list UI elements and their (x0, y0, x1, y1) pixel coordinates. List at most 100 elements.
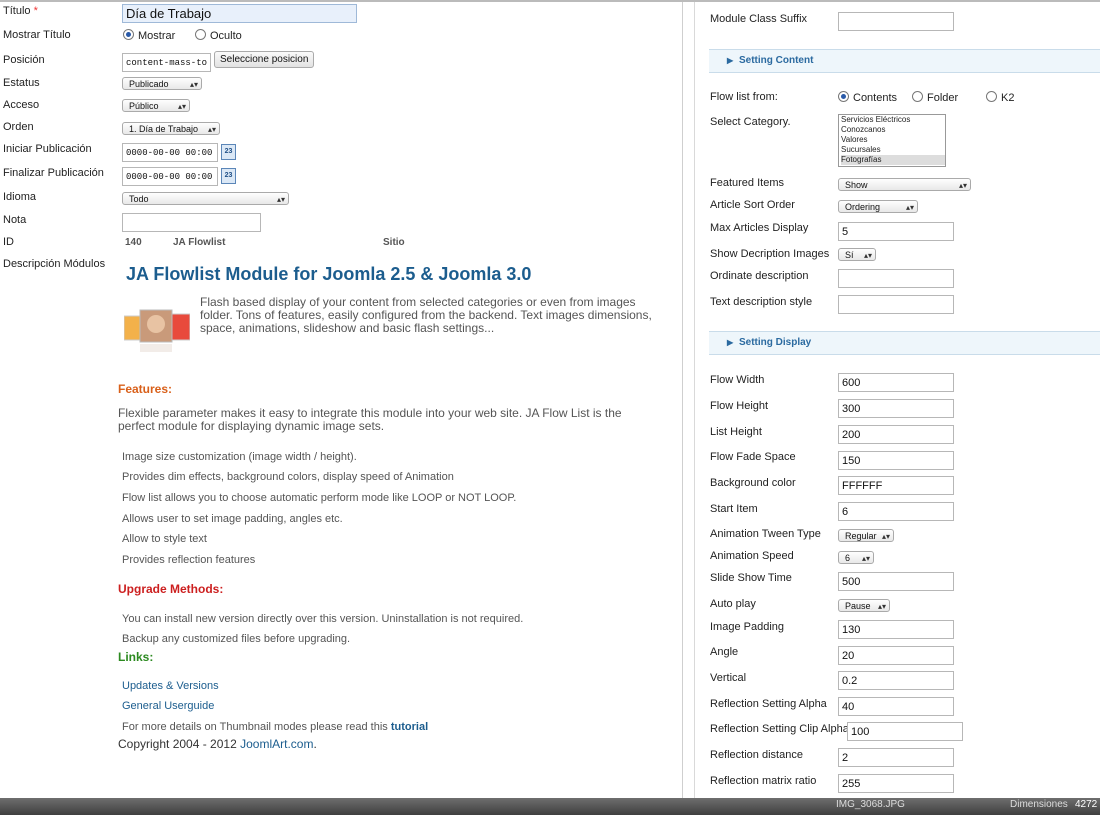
category-option[interactable]: Valores (841, 135, 945, 145)
updates-link[interactable]: Updates & Versions (122, 680, 219, 692)
slideshow-time-input[interactable] (838, 572, 954, 591)
reflection-matrix-input[interactable] (838, 774, 954, 793)
flow-from-contents-radio[interactable]: Contents (838, 91, 897, 104)
flow-from-k2-radio[interactable]: K2 (986, 91, 1014, 104)
feature-item: Image size customization (image width / … (122, 451, 357, 463)
note-input[interactable] (122, 213, 261, 232)
taskbar-dims-value: 4272 (1075, 799, 1098, 810)
background-color-label: Background color (710, 477, 796, 489)
updown-icon: ▴▾ (958, 181, 967, 190)
details-text: For more details on Thumbnail modes plea… (122, 721, 429, 733)
background-color-input[interactable] (838, 476, 954, 495)
category-option-selected[interactable]: Fotografías (841, 155, 945, 165)
fade-space-input[interactable] (838, 451, 954, 470)
fade-space-label: Flow Fade Space (710, 451, 796, 463)
triangle-right-icon: ▶ (727, 338, 734, 347)
featured-label: Featured Items (710, 177, 784, 189)
reflection-matrix-label: Reflection matrix ratio (710, 775, 817, 787)
text-style-label: Text description style (710, 296, 813, 308)
updown-icon: ▴▾ (861, 554, 870, 563)
feature-item: Allow to style text (122, 533, 207, 545)
upgrade-heading: Upgrade Methods: (118, 582, 224, 596)
show-title-radio-hide[interactable]: Oculto (195, 29, 242, 42)
position-input[interactable] (122, 53, 211, 72)
text-style-input[interactable] (838, 295, 954, 314)
details-panel: Título * Mostrar Título Mostrar Oculto P… (0, 2, 683, 798)
id-value: 140 (125, 237, 142, 248)
joomlart-link[interactable]: JoomlArt.com (240, 737, 313, 751)
tween-type-select[interactable]: Regular ▴▾ (838, 529, 894, 542)
sort-order-select[interactable]: Ordering ▴▾ (838, 200, 918, 213)
start-item-input[interactable] (838, 502, 954, 521)
category-listbox[interactable]: Servicios Eléctricos Conozcanos Valores … (838, 114, 946, 167)
flow-from-folder-radio[interactable]: Folder (912, 91, 958, 104)
features-paragraph: Flexible parameter makes it easy to inte… (118, 406, 622, 433)
order-label: Orden (3, 121, 34, 133)
show-description-select[interactable]: Sí ▴▾ (838, 248, 876, 261)
updown-icon: ▴▾ (877, 602, 886, 611)
radio-icon (838, 91, 849, 102)
feature-item: Provides reflection features (122, 554, 256, 566)
image-padding-input[interactable] (838, 620, 954, 639)
access-label: Acceso (3, 99, 40, 111)
radio-icon (195, 29, 206, 40)
access-select[interactable]: Público ▴▾ (122, 99, 190, 112)
publish-end-input[interactable] (122, 167, 218, 186)
feature-item: Flow list allows you to choose automatic… (122, 492, 517, 504)
taskbar-dims-label: Dimensiones (1010, 799, 1068, 810)
reflection-distance-input[interactable] (838, 748, 954, 767)
userguide-link[interactable]: General Userguide (122, 700, 214, 712)
show-title-label: Mostrar Título (3, 29, 71, 41)
taskbar-file[interactable]: IMG_3068.JPG (836, 799, 905, 810)
calendar-icon[interactable]: 23 (221, 144, 236, 160)
max-articles-input[interactable] (838, 222, 954, 241)
select-category-label: Select Category. (710, 116, 791, 128)
animation-speed-label: Animation Speed (710, 550, 794, 562)
options-panel: Module Class Suffix ▶ Setting Content Flo… (694, 2, 1100, 798)
flow-width-input[interactable] (838, 373, 954, 392)
suffix-input[interactable] (838, 12, 954, 31)
list-height-input[interactable] (838, 425, 954, 444)
title-input[interactable] (122, 4, 357, 23)
reflection-alpha-input[interactable] (838, 697, 954, 716)
links-heading: Links: (118, 650, 154, 664)
setting-content-section[interactable]: ▶ Setting Content (709, 49, 1100, 73)
category-option[interactable]: Sucursales (841, 145, 945, 155)
status-select[interactable]: Publicado ▴▾ (122, 77, 202, 90)
animation-speed-select[interactable]: 6 ▴▾ (838, 551, 874, 564)
feature-item: Provides dim effects, background colors,… (122, 471, 454, 483)
os-taskbar (0, 798, 1100, 815)
list-height-label: List Height (710, 426, 762, 438)
tween-type-label: Animation Tween Type (710, 528, 821, 540)
position-label: Posición (3, 54, 45, 66)
calendar-icon[interactable]: 23 (221, 168, 236, 184)
setting-display-section[interactable]: ▶ Setting Display (709, 331, 1100, 355)
show-description-label: Show Decription Images (710, 248, 830, 260)
slideshow-time-label: Slide Show Time (710, 572, 792, 584)
tutorial-link[interactable]: tutorial (391, 721, 428, 733)
radio-icon (912, 91, 923, 102)
sort-order-label: Article Sort Order (710, 199, 795, 211)
reflection-clip-input[interactable] (847, 722, 963, 741)
category-option[interactable]: Servicios Eléctricos (841, 115, 945, 125)
updown-icon: ▴▾ (177, 102, 186, 111)
reflection-clip-label: Reflection Setting Clip Alpha (710, 723, 849, 735)
auto-play-select[interactable]: Pause ▴▾ (838, 599, 890, 612)
site-label: Sitio (383, 237, 405, 248)
updown-icon: ▴▾ (881, 532, 890, 541)
publish-start-input[interactable] (122, 143, 218, 162)
featured-select[interactable]: Show ▴▾ (838, 178, 971, 191)
select-position-button[interactable]: Seleccione posicion (214, 51, 315, 68)
flow-from-label: Flow list from: (710, 91, 778, 103)
language-label: Idioma (3, 191, 37, 203)
angle-input[interactable] (838, 646, 954, 665)
category-option[interactable]: Conozcanos (841, 125, 945, 135)
updown-icon: ▴▾ (276, 195, 285, 204)
vertical-input[interactable] (838, 671, 954, 690)
order-select[interactable]: 1. Día de Trabajo ▴▾ (122, 122, 220, 135)
language-select[interactable]: Todo ▴▾ (122, 192, 289, 205)
module-description-label: Descripción Módulos (3, 258, 106, 270)
show-title-radio-show[interactable]: Mostrar (123, 29, 175, 42)
flow-height-input[interactable] (838, 399, 954, 418)
ordinate-input[interactable] (838, 269, 954, 288)
